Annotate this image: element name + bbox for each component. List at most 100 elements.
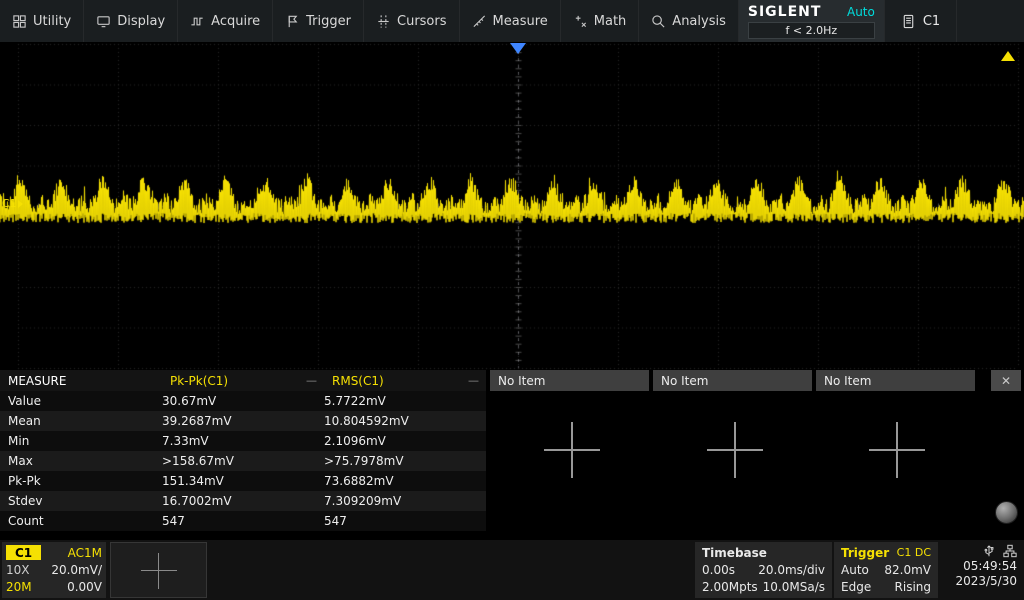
measure-value: 30.67mV [162,394,324,408]
siglent-logo: SIGLENT [748,4,822,20]
add-channel-cross-icon [141,553,177,589]
measure-value: 151.34mV [162,474,324,488]
brand-status-panel: SIGLENT Auto f < 2.0Hz [739,0,885,42]
analysis-magnifier-icon [651,14,666,29]
menu-item-analysis[interactable]: Analysis [639,0,739,42]
measure-stat-label: Min [0,434,162,448]
measure-panel: MEASURE Pk-Pk(C1) — RMS(C1) — No Item No… [0,370,1024,532]
menu-label: Analysis [672,14,726,29]
trigger-level-marker[interactable] [1001,51,1015,61]
usb-icon [982,544,996,558]
measure-stat-label: Pk-Pk [0,474,162,488]
measure-value: >75.7978mV [324,454,486,468]
measure-value: 7.309209mV [324,494,486,508]
channel-probe: 10X [6,563,30,577]
measure-slot-empty[interactable]: No Item [490,370,649,391]
trigger-panel[interactable]: Trigger C1 DC Auto 82.0mV Edge Rising [834,542,938,598]
measure-table: Value 30.67mV 5.7722mV Mean 39.2687mV 10… [0,391,486,531]
measure-slot-empty[interactable]: No Item [653,370,812,391]
display-icon [96,14,111,29]
document-icon [901,14,916,29]
measure-value: 10.804592mV [324,414,486,428]
acquire-icon [190,14,205,29]
menu-label: Math [594,14,627,29]
channel-list-button[interactable]: C1 [885,0,957,42]
measure-column-label: RMS(C1) [332,374,384,388]
add-measure-button[interactable] [707,422,763,478]
clock-time: 05:49:54 [963,559,1017,573]
close-measure-button[interactable]: ✕ [991,370,1021,391]
menu-item-math[interactable]: Math [561,0,640,42]
timebase-memory: 2.00Mpts [702,580,758,594]
trigger-frequency-readout: f < 2.0Hz [748,22,875,39]
timebase-delay: 0.00s [702,563,735,577]
channel-scale: 20.0mV/ [51,563,102,577]
measure-title: MEASURE [0,370,162,391]
channel1-descriptor[interactable]: C1 AC1M 10X 20.0mV/ 20M 0.00V [2,542,106,598]
add-measure-button[interactable] [544,422,600,478]
oscilloscope-screen: Utility Display Acquire Trigger Cursors … [0,0,1024,600]
measure-column-rms[interactable]: RMS(C1) — [324,370,486,391]
measure-value: 16.7002mV [162,494,324,508]
measure-header: MEASURE Pk-Pk(C1) — RMS(C1) — No Item No… [0,370,1024,391]
channel-trace-label: C1 [2,197,17,210]
menu-item-trigger[interactable]: Trigger [273,0,364,42]
measure-stat-label: Stdev [0,494,162,508]
menu-item-acquire[interactable]: Acquire [178,0,273,42]
utility-icon [12,14,27,29]
channel-name-chip: C1 [6,545,41,560]
gesture-home-button[interactable] [995,501,1018,524]
measure-value: >158.67mV [162,454,324,468]
menu-item-display[interactable]: Display [84,0,178,42]
timebase-samplerate: 10.0MSa/s [763,580,825,594]
timebase-panel[interactable]: Timebase 0.00s 20.0ms/div 2.00Mpts 10.0M… [695,542,832,598]
table-row: Value 30.67mV 5.7722mV [0,391,486,411]
menu-item-measure[interactable]: Measure [460,0,561,42]
menu-item-cursors[interactable]: Cursors [364,0,460,42]
measure-stat-label: Value [0,394,162,408]
channel-offset: 0.00V [67,580,102,594]
waveform-display[interactable]: C1 [0,42,1024,370]
timebase-title: Timebase [702,546,767,560]
trigger-slope: Rising [895,580,931,594]
trigger-mode: Auto [841,563,869,577]
measure-column-pkpk[interactable]: Pk-Pk(C1) — [162,370,324,391]
system-status-area: 05:49:54 2023/5/30 [940,542,1022,598]
menu-item-utility[interactable]: Utility [0,0,84,42]
add-measure-button[interactable] [869,422,925,478]
network-icon [1003,544,1017,558]
measure-ruler-icon [472,14,487,29]
channel-bandwidth: 20M [6,580,32,594]
measure-value: 7.33mV [162,434,324,448]
menu-label: Trigger [306,14,351,29]
menu-label: Cursors [397,14,447,29]
channel-button-label: C1 [923,14,940,29]
topbar-spacer [957,0,1024,42]
measure-stat-label: Count [0,514,162,528]
menu-label: Utility [33,14,71,29]
table-row: Stdev 16.7002mV 7.309209mV [0,491,486,511]
remove-measure-icon[interactable]: — [468,374,479,387]
menu-label: Acquire [211,14,260,29]
measure-value: 547 [162,514,324,528]
measure-stat-label: Mean [0,414,162,428]
trigger-source: C1 DC [897,546,931,559]
measure-slot-empty[interactable]: No Item [816,370,975,391]
add-channel-box[interactable] [110,542,207,598]
top-menu-bar: Utility Display Acquire Trigger Cursors … [0,0,1024,42]
table-row: Min 7.33mV 2.1096mV [0,431,486,451]
table-row: Count 547 547 [0,511,486,531]
channel-offset-marker[interactable]: C1 [2,197,23,210]
close-icon: ✕ [1001,374,1011,388]
remove-measure-icon[interactable]: — [306,374,317,387]
math-icon [573,14,588,29]
status-icons [982,544,1017,558]
channel-marker-arrow-icon [18,200,23,208]
trigger-position-marker[interactable] [510,43,526,54]
menu-label: Display [117,14,165,29]
measure-value: 5.7722mV [324,394,486,408]
trigger-type: Edge [841,580,871,594]
trigger-flag-icon [285,14,300,29]
scope-canvas [0,42,1024,370]
cursors-icon [376,14,391,29]
